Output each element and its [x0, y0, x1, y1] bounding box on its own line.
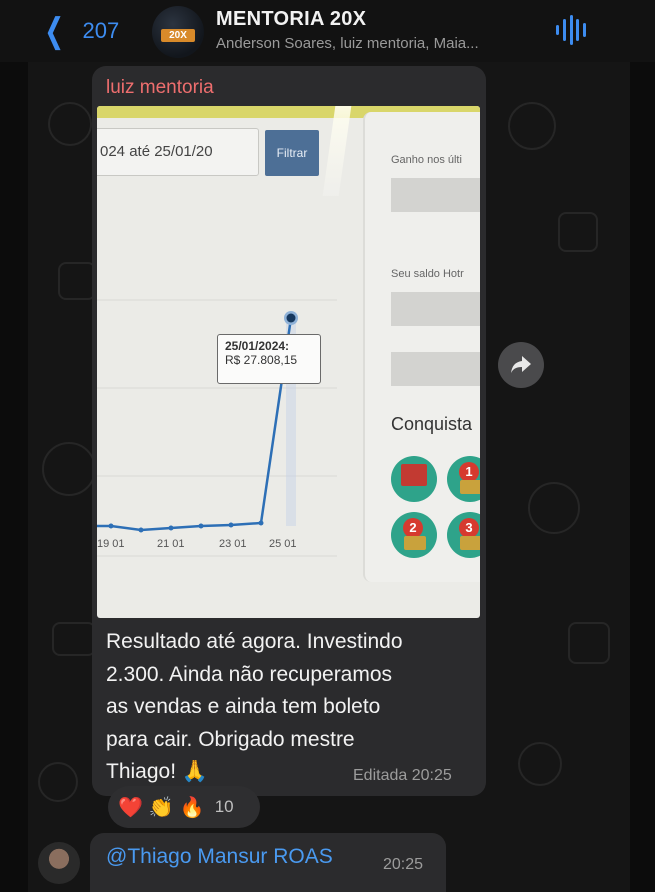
x-tick-label: 19 01	[97, 538, 125, 550]
photo-line-chart	[97, 299, 337, 557]
achievements-heading: Conquista	[391, 414, 473, 434]
message-photo[interactable]: 024 até 25/01/20 Filtrar 25/01/2024: R$ …	[97, 106, 480, 618]
medal-badge: 1	[447, 456, 480, 502]
x-tick-label: 21 01	[157, 538, 185, 550]
reaction-count: 10	[214, 797, 234, 816]
message-line: Resultado até agora. Investindo	[106, 630, 403, 653]
clap-reaction-icon[interactable]: 👏	[149, 795, 174, 820]
message-time: 20:25	[411, 767, 452, 784]
photo-date-field: 024 até 25/01/20	[97, 128, 259, 176]
photo-glare	[322, 106, 352, 196]
medal-badge	[391, 456, 437, 502]
panel-value-box	[391, 178, 480, 212]
photo-side-panel: Ganho nos últi Seu saldo Hotr Conquista …	[363, 112, 480, 582]
unread-count: 207	[82, 18, 120, 43]
group-avatar[interactable]: 20X	[152, 6, 204, 58]
panel-value-box	[391, 292, 480, 326]
avatar-badge: 20X	[161, 29, 195, 42]
chevron-left-icon: ❮	[44, 12, 65, 50]
message-line: 2.300. Ainda não recuperamos	[106, 662, 393, 686]
medal-badge: 3	[447, 512, 480, 558]
chat-header: ❮ 207 20X MENTORIA 20X Anderson Soares, …	[0, 0, 655, 62]
chat-members[interactable]: Anderson Soares, luiz mentoria, Maia...	[216, 35, 479, 52]
fire-reaction-icon[interactable]: 🔥	[180, 795, 205, 820]
x-tick-label: 23 01	[219, 538, 247, 550]
panel-value-box	[391, 352, 480, 386]
tooltip-value: R$ 27.808,15	[225, 353, 298, 367]
message-meta: Editada 20:25	[353, 767, 452, 785]
share-forward-icon[interactable]	[498, 342, 544, 388]
message-line: as vendas e ainda tem boleto	[106, 695, 381, 718]
reactions-bar[interactable]: ❤️ 👏 🔥 10	[108, 786, 260, 828]
sender-avatar[interactable]	[38, 842, 80, 884]
photo-filter-button: Filtrar	[265, 130, 319, 176]
edited-label: Editada	[353, 767, 408, 784]
message-line: para cair. Obrigado mestre	[106, 727, 355, 751]
sender-name[interactable]: luiz mentoria	[106, 77, 214, 99]
panel-label: Ganho nos últi	[391, 154, 462, 166]
medal-badge: 2	[391, 512, 437, 558]
message-text[interactable]: Resultado até agora. Investindo 2.300. A…	[106, 626, 476, 789]
chat-title[interactable]: MENTORIA 20X	[216, 8, 366, 31]
panel-label: Seu saldo Hotr	[391, 268, 464, 280]
x-tick-label: 25 01	[269, 538, 297, 550]
heart-reaction-icon[interactable]: ❤️	[118, 795, 143, 820]
message-time: 20:25	[383, 856, 424, 873]
voice-chat-icon[interactable]	[556, 14, 586, 46]
tooltip-date: 25/01/2024:	[225, 339, 290, 353]
mention-link[interactable]: @Thiago Mansur ROAS	[106, 845, 333, 869]
photo-chart-tooltip: 25/01/2024: R$ 27.808,15	[217, 334, 321, 384]
back-button[interactable]: ❮ 207	[40, 14, 119, 48]
